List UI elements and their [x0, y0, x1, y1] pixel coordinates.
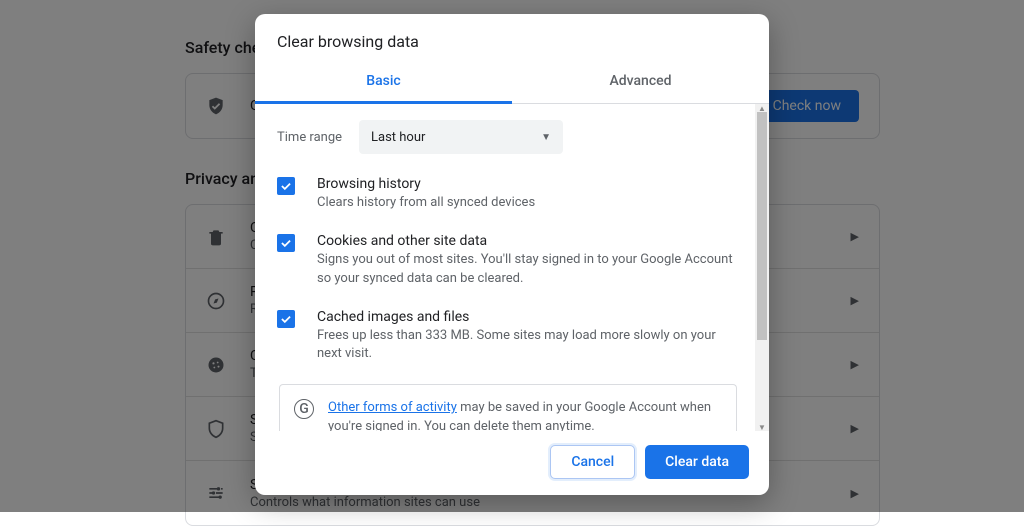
- clear-browsing-data-dialog: Clear browsing data Basic Advanced Time …: [255, 14, 769, 495]
- item-title: Cached images and files: [317, 309, 733, 325]
- item-sub: Frees up less than 333 MB. Some sites ma…: [317, 327, 733, 365]
- tab-advanced[interactable]: Advanced: [512, 61, 769, 103]
- time-range-label: Time range: [277, 130, 359, 145]
- caret-down-icon: ▼: [541, 132, 551, 143]
- checkbox-cache[interactable]: [277, 310, 295, 328]
- scrollbar-thumb[interactable]: [757, 112, 767, 340]
- scrollbar[interactable]: ▲ ▼: [755, 104, 769, 431]
- time-range-select[interactable]: Last hour ▼: [359, 120, 563, 154]
- account-activity-note: G Other forms of activity may be saved i…: [279, 384, 737, 431]
- item-sub: Clears history from all synced devices: [317, 194, 535, 213]
- dialog-title: Clear browsing data: [255, 14, 769, 61]
- item-title: Cookies and other site data: [317, 233, 733, 249]
- checkbox-browsing-history[interactable]: [277, 177, 295, 195]
- cancel-button[interactable]: Cancel: [550, 445, 635, 479]
- tab-basic[interactable]: Basic: [255, 61, 512, 104]
- time-range-value: Last hour: [371, 130, 425, 145]
- dialog-body: Time range Last hour ▼ Browsing history …: [255, 104, 755, 431]
- scroll-up-icon[interactable]: ▲: [755, 104, 769, 112]
- item-title: Browsing history: [317, 176, 535, 192]
- google-g-icon: G: [294, 399, 314, 419]
- checkbox-cookies[interactable]: [277, 234, 295, 252]
- clear-data-button[interactable]: Clear data: [645, 445, 749, 479]
- scroll-down-icon[interactable]: ▼: [755, 423, 769, 431]
- item-sub: Signs you out of most sites. You'll stay…: [317, 251, 733, 289]
- dialog-tabs: Basic Advanced: [255, 61, 769, 104]
- other-activity-link[interactable]: Other forms of activity: [328, 400, 457, 415]
